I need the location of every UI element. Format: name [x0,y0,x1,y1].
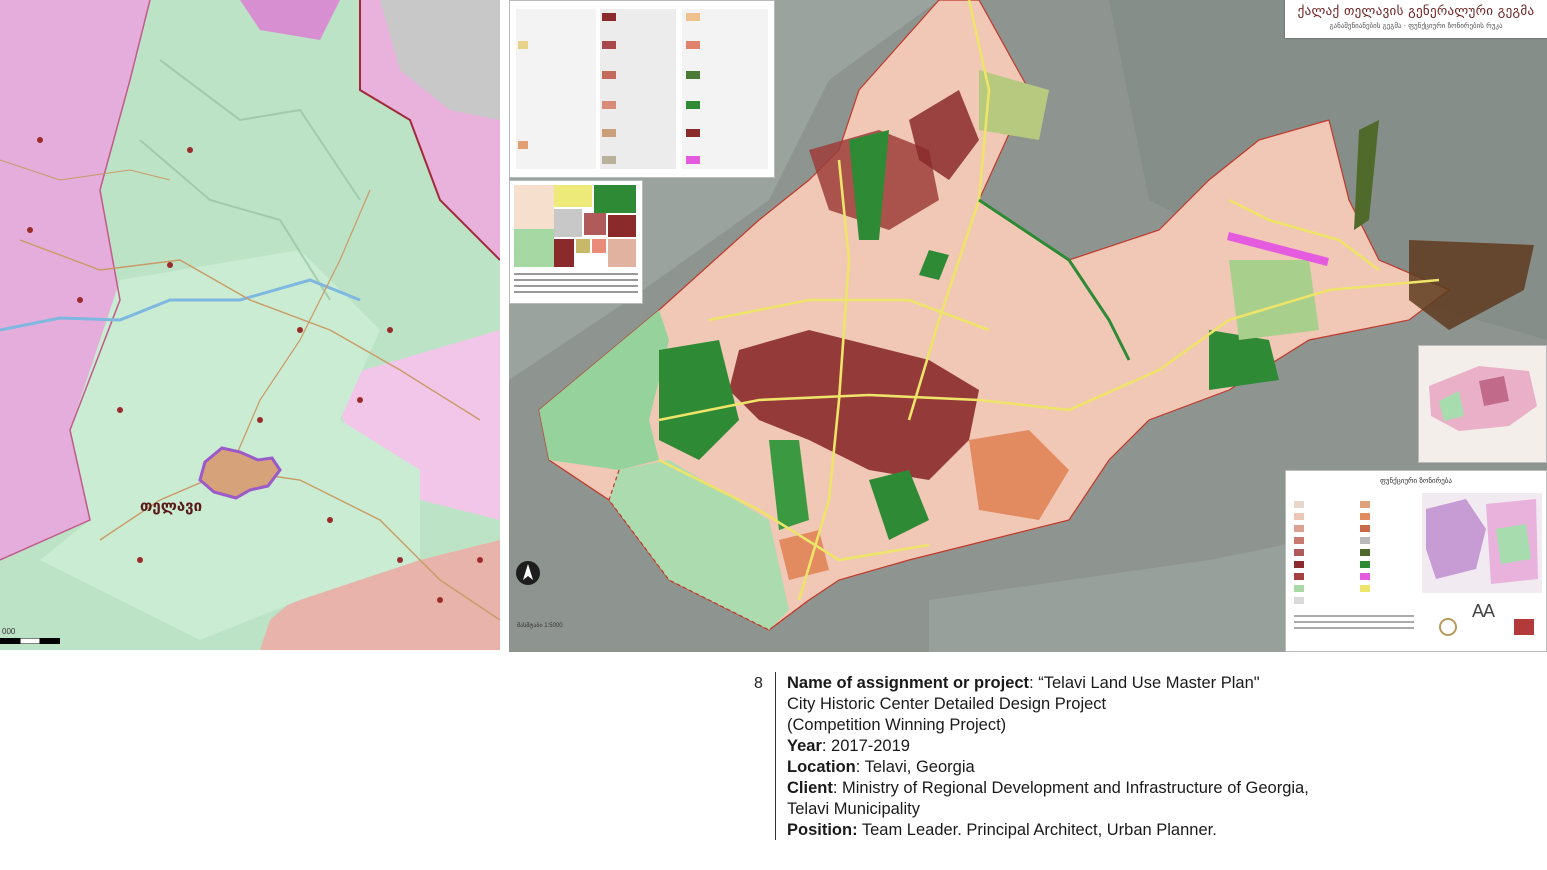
zoning-legend: ფუნქციური ზონირება AA [1285,470,1547,652]
client-label: Client [787,779,833,797]
plan-subtitle: განაშენიანების გეგმა · ფუნქციური ზონირებ… [1329,22,1503,30]
city-label: თელავი [140,497,202,515]
year-label: Year [787,737,822,755]
plan-title-box: ქალაქ თელავის გენერალური გეგმა განაშენია… [1285,0,1547,38]
project-name-line-3: (Competition Winning Project) [787,716,1007,734]
zoning-summary-blocks [514,185,638,293]
firm-logo: AA [1472,601,1495,621]
position-label: Position: [787,821,858,839]
zoning-legend-swatches [1294,493,1542,636]
project-name-line-2: City Historic Center Detailed Design Pro… [787,695,1107,713]
inset-map [1418,345,1547,463]
plan-title: ქალაქ თელავის გენერალური გეგმა [1297,4,1535,19]
plan-scale-note: მასშტაბი 1:5000 [517,623,563,629]
caption-divider [775,672,776,840]
position-line: Position: Team Leader. Principal Archite… [787,820,1487,841]
location-label: Location [787,758,856,776]
north-arrow-icon [516,561,540,585]
zoning-legend-title: ფუნქციური ზონირება [1380,477,1452,485]
scale-bar [0,638,60,644]
scale-label: 000 [2,627,16,636]
year-value: : 2017-2019 [821,737,910,755]
year-line: Year: 2017-2019 [787,736,1487,757]
regional-map-graphic: თელავი [0,0,500,650]
master-plan-map[interactable]: ქალაქ თელავის გენერალური გეგმა განაშენია… [509,0,1547,652]
regional-map[interactable]: თელავი 000 [0,0,500,650]
project-name-label: Name of assignment or project [787,674,1030,692]
project-number: 8 [754,675,763,692]
position-value: Team Leader. Principal Architect, Urban … [857,821,1217,839]
zoning-summary [509,180,643,304]
land-use-legend [509,0,775,178]
project-name-value: : “Telavi Land Use Master Plan" [1029,674,1260,692]
client-value: : Ministry of Regional Development and I… [832,779,1309,797]
location-value: : Telavi, Georgia [855,758,975,776]
caption-body: Name of assignment or project: “Telavi L… [787,673,1487,841]
client-line: Client: Ministry of Regional Development… [787,778,1487,799]
land-use-legend-swatches [516,9,768,169]
client-line-2: Telavi Municipality [787,800,920,818]
location-line: Location: Telavi, Georgia [787,757,1487,778]
inset-map-graphic [1419,346,1546,462]
project-name-line: Name of assignment or project: “Telavi L… [787,673,1487,694]
